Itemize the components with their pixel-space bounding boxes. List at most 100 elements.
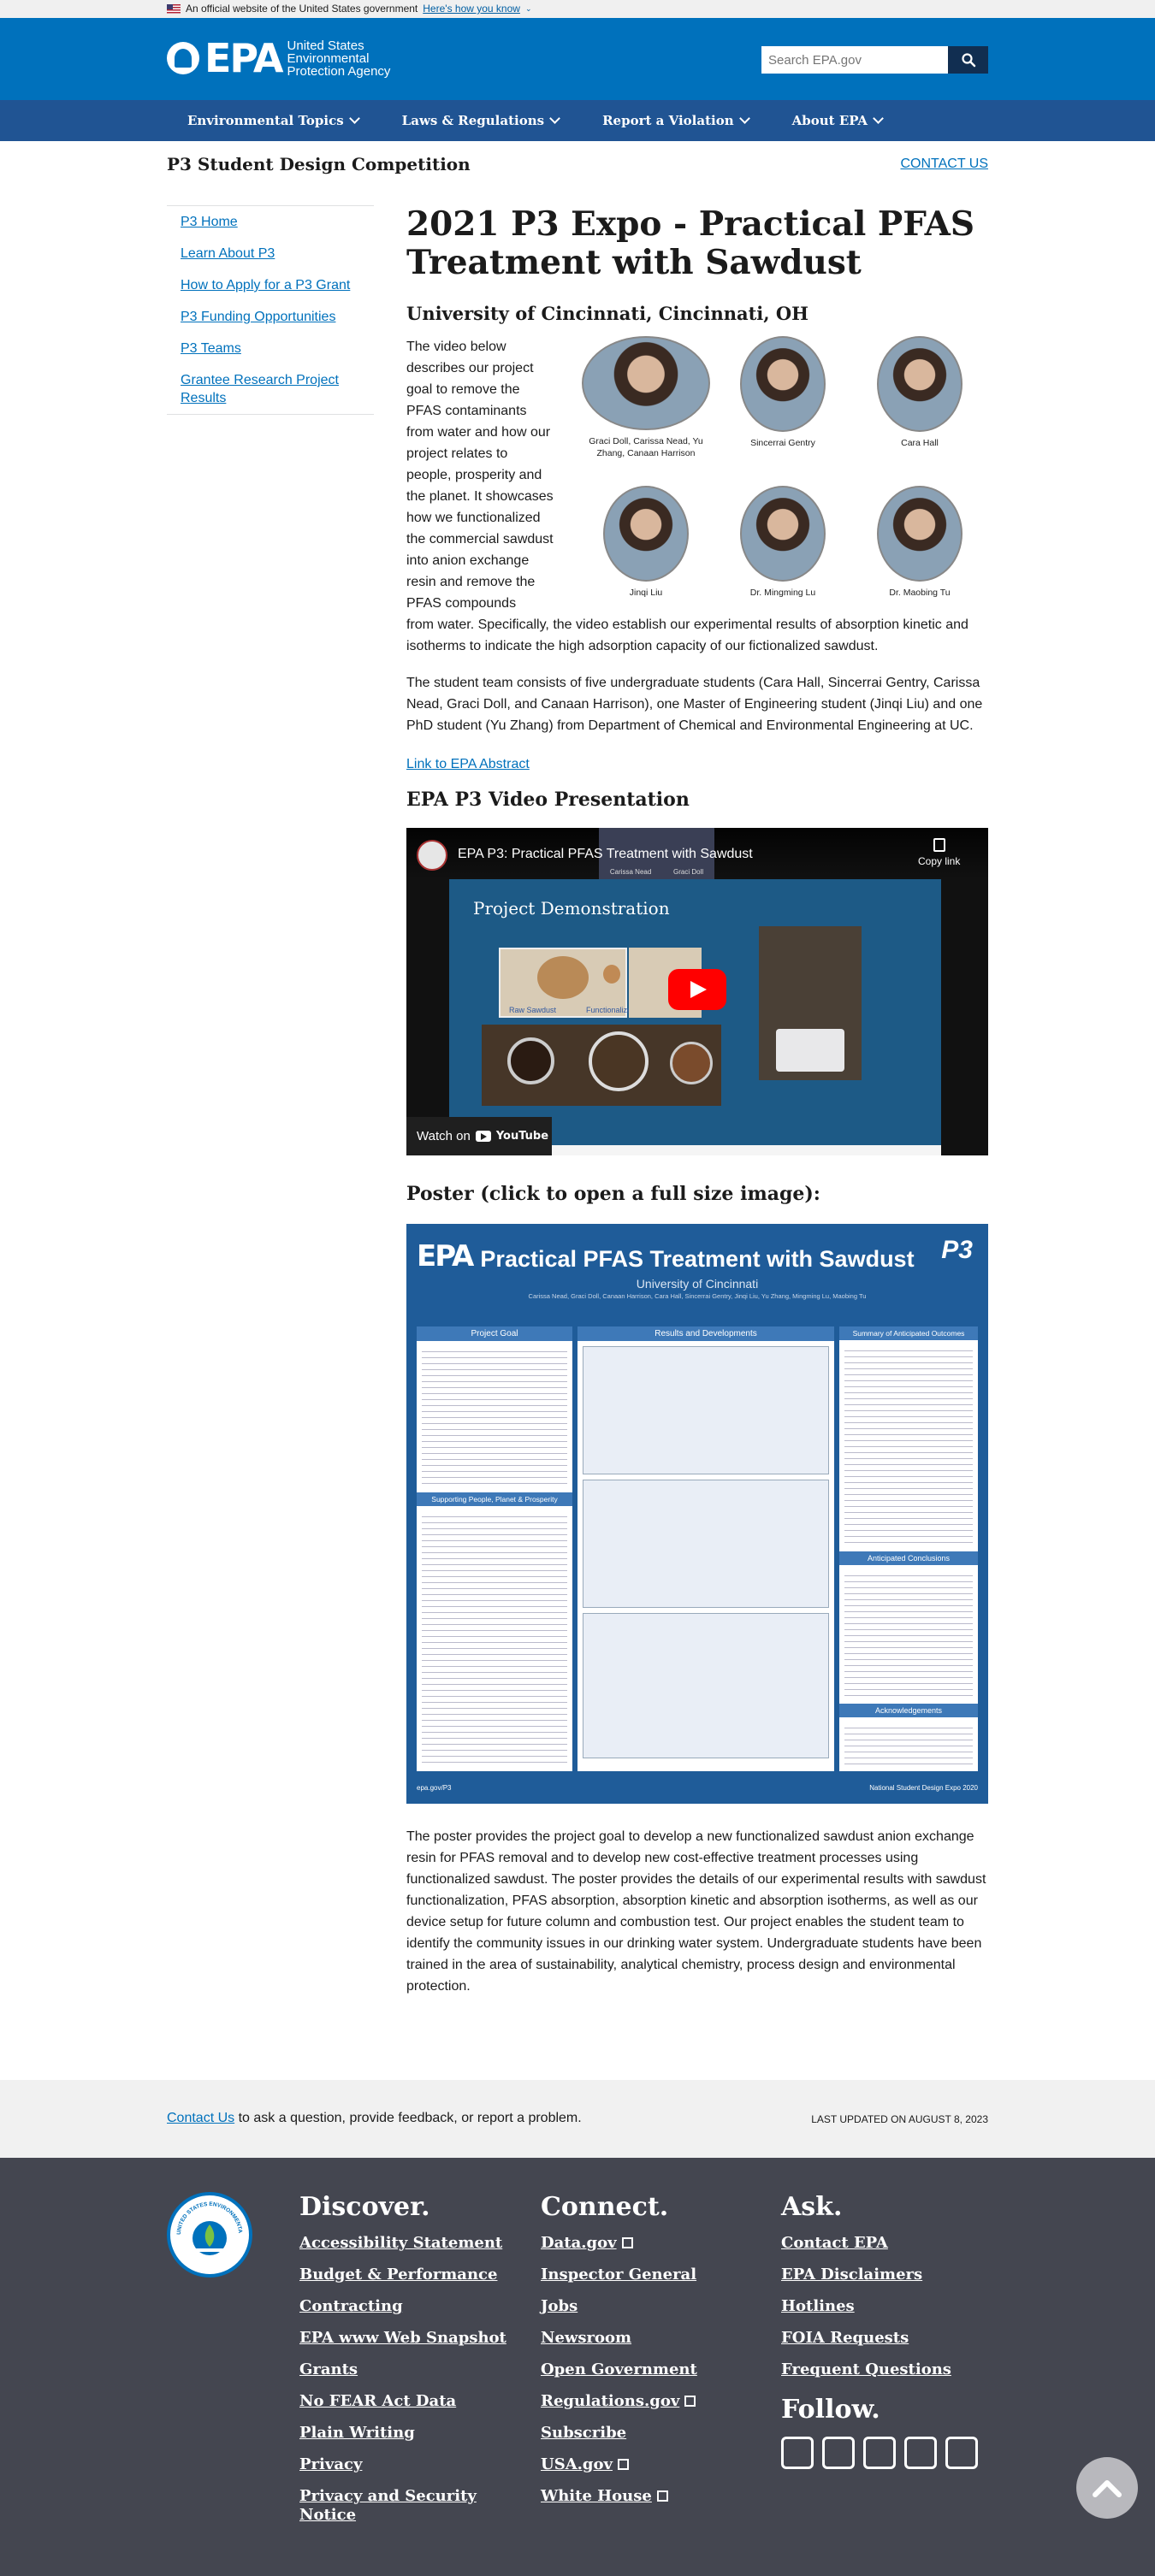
footer-link[interactable]: FOIA Requests [781, 2329, 1004, 2348]
team-member-photo [740, 336, 826, 432]
p3-logo: P3 [941, 1236, 973, 1264]
youtube-logo-icon [475, 1131, 491, 1142]
youtube-icon[interactable] [863, 2437, 896, 2469]
poster-col-heading: Results and Developments [578, 1326, 834, 1341]
footer-link[interactable]: Accessibility Statement [299, 2234, 530, 2253]
nav-item-label: Report a Violation [602, 113, 734, 128]
external-link-icon [684, 2396, 696, 2407]
poster-link[interactable]: EPA Practical PFAS Treatment with Sawdus… [406, 1224, 988, 1804]
footer-link[interactable]: Hotlines [781, 2297, 1004, 2316]
footer-link[interactable]: Inspector General [541, 2266, 772, 2284]
team-member: Graci Doll, Carissa Nead, Yu Zhang, Cana… [578, 336, 714, 459]
chevron-down-icon [549, 113, 560, 124]
poster-footer-right: National Student Design Expo 2020 [869, 1784, 978, 1792]
epa-flower-icon [167, 42, 199, 74]
footer-link[interactable]: Grants [299, 2360, 530, 2379]
footer-link[interactable]: Regulations.gov [541, 2392, 772, 2411]
footer-link[interactable]: Budget & Performance [299, 2266, 530, 2284]
footer-link[interactable]: EPA Disclaimers [781, 2266, 1004, 2284]
footer-link[interactable]: Plain Writing [299, 2424, 530, 2443]
search-button[interactable] [948, 46, 988, 74]
instagram-icon[interactable] [945, 2437, 978, 2469]
sidebar-item[interactable]: P3 Funding Opportunities [167, 301, 374, 333]
footer-link[interactable]: Data.gov [541, 2234, 772, 2253]
footer-link-label: Jobs [541, 2297, 578, 2315]
footer-link[interactable]: Subscribe [541, 2424, 772, 2443]
team-member: Dr. Mingming Lu [714, 486, 851, 599]
intro-text: The video below describes our project go… [406, 340, 554, 611]
footer-link-label: Open Government [541, 2360, 697, 2378]
abstract-link[interactable]: Link to EPA Abstract [406, 757, 530, 771]
intro-section: The video below describes our project go… [406, 336, 988, 657]
nav-item[interactable]: Report a Violation [602, 113, 750, 128]
sidebar-item[interactable]: How to Apply for a P3 Grant [167, 269, 374, 301]
poster-col-results: Results and Developments [578, 1326, 834, 1771]
contact-us-link[interactable]: CONTACT US [900, 157, 988, 172]
footer-link[interactable]: Privacy [299, 2455, 530, 2474]
contact-bar-text: to ask a question, provide feedback, or … [234, 2111, 582, 2125]
agency-name: United States Environmental Protection A… [287, 38, 391, 79]
gov-banner-text: An official website of the United States… [186, 3, 418, 15]
youtube-video[interactable]: Carissa Nead Graci Doll EPA P3: Practica… [406, 828, 988, 1155]
us-flag-icon [167, 3, 181, 14]
flickr-icon[interactable] [904, 2437, 937, 2469]
video-title[interactable]: EPA P3: Practical PFAS Treatment with Sa… [458, 847, 753, 862]
footer-link[interactable]: Frequent Questions [781, 2360, 1004, 2379]
chevron-down-icon: ⌄ [524, 3, 532, 13]
gov-banner: An official website of the United States… [0, 0, 1155, 18]
copy-link-label: Copy link [918, 855, 961, 867]
sidebar-item[interactable]: Grantee Research Project Results [167, 364, 374, 414]
watch-on-youtube-button[interactable]: Watch on YouTube [406, 1117, 552, 1155]
footer-link-label: Accessibility Statement [299, 2234, 503, 2252]
play-icon [690, 981, 707, 998]
footer-link[interactable]: Newsroom [541, 2329, 772, 2348]
footer-link[interactable]: USA.gov [541, 2455, 772, 2474]
nav-item[interactable]: Environmental Topics [187, 113, 360, 128]
sidebar-nav: P3 Home Learn About P3 How to Apply for a … [167, 205, 374, 415]
team-member: Cara Hall [851, 336, 988, 449]
sidebar-item[interactable]: P3 Teams [167, 333, 374, 364]
poster-footer-left: epa.gov/P3 [417, 1784, 452, 1792]
footer-link[interactable]: Contact EPA [781, 2234, 1004, 2253]
facebook-icon[interactable] [781, 2437, 814, 2469]
footer-link-label: Hotlines [781, 2297, 855, 2315]
sidebar-item[interactable]: P3 Home [167, 206, 374, 238]
back-to-top-button[interactable] [1076, 2457, 1138, 2519]
play-button[interactable] [668, 969, 726, 1010]
footer-link-label: Privacy [299, 2455, 363, 2473]
footer-link[interactable]: Jobs [541, 2297, 772, 2316]
footer-contact-link[interactable]: Contact Us [167, 2111, 234, 2125]
chevron-up-icon [1093, 2480, 1122, 2497]
poster-paragraph: The poster provides the project goal to … [406, 1829, 986, 1994]
channel-avatar[interactable] [417, 840, 447, 871]
epa-logo[interactable]: EPA United States Environmental Protecti… [167, 38, 424, 78]
team-member: Jinqi Liu [578, 486, 714, 599]
discover-heading: Discover. [299, 2192, 430, 2222]
footer-link[interactable]: EPA www Web Snapshot [299, 2329, 530, 2348]
footer-link[interactable]: Privacy and Security Notice [299, 2487, 530, 2525]
nav-item-label: About EPA [791, 113, 868, 128]
footer-link[interactable]: Contracting [299, 2297, 530, 2316]
team-member-name: Sincerrai Gentry [750, 438, 815, 448]
footer-link-label: Newsroom [541, 2329, 632, 2347]
nav-item[interactable]: About EPA [791, 113, 884, 128]
footer-link-label: Regulations.gov [541, 2392, 680, 2410]
footer-link-label: FOIA Requests [781, 2329, 909, 2347]
heres-how-you-know-link[interactable]: Here's how you know [423, 3, 520, 15]
search-input[interactable] [761, 46, 948, 74]
logo-wordmark: EPA [204, 35, 284, 81]
poster-col-goal: Project Goal Supporting People, Planet &… [417, 1326, 572, 1771]
poster-title: Practical PFAS Treatment with Sawdust [480, 1246, 915, 1272]
footer-link[interactable]: No FEAR Act Data [299, 2392, 530, 2411]
team-member-photo [603, 486, 689, 582]
thumb-name: Graci Doll [673, 868, 704, 876]
footer-link-label: EPA Disclaimers [781, 2266, 923, 2284]
main-content: 2021 P3 Expo - Practical PFAS Treatment … [406, 205, 988, 1997]
footer-link[interactable]: Open Government [541, 2360, 772, 2379]
footer-link[interactable]: White House [541, 2487, 772, 2506]
footer-link-label: Grants [299, 2360, 358, 2378]
copy-link-button[interactable]: Copy link [918, 838, 960, 867]
twitter-icon[interactable] [822, 2437, 855, 2469]
nav-item[interactable]: Laws & Regulations [402, 113, 560, 128]
sidebar-item[interactable]: Learn About P3 [167, 238, 374, 269]
